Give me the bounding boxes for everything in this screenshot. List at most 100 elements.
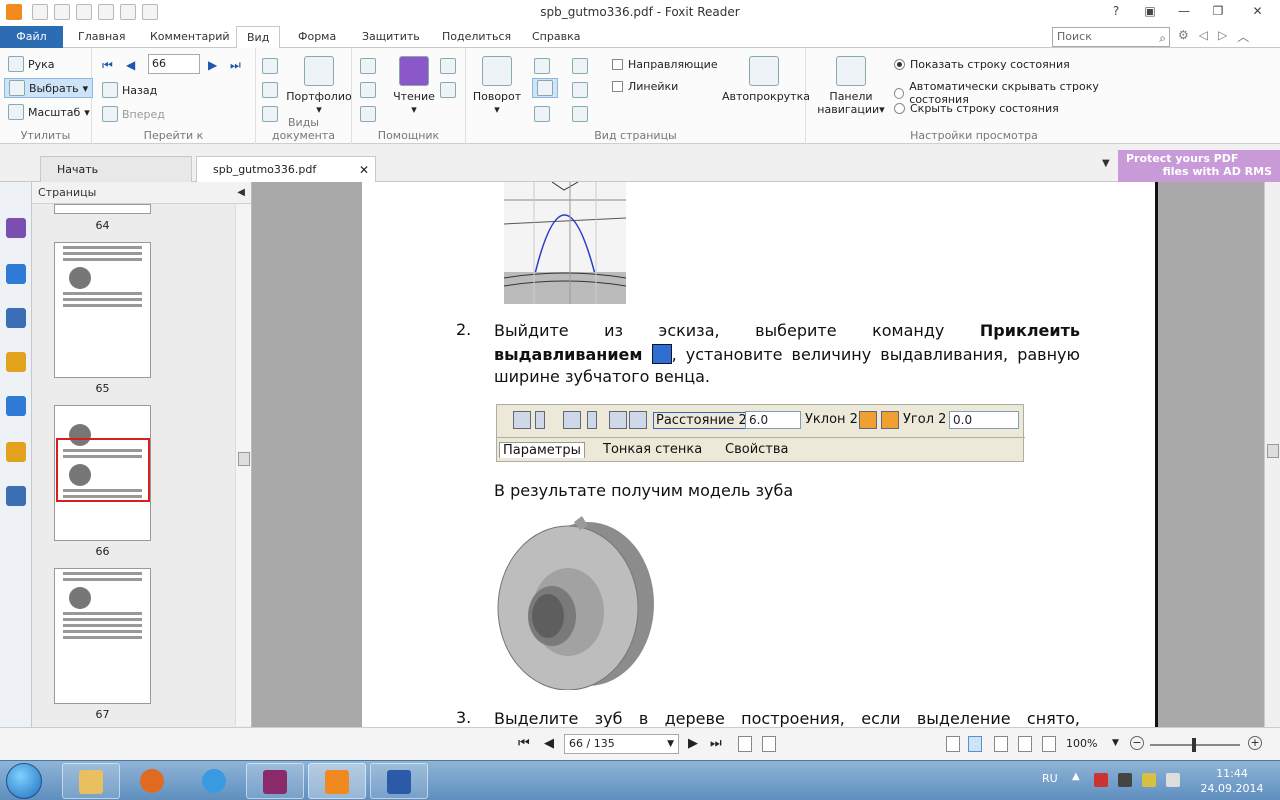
back-button[interactable]: Назад — [102, 80, 157, 100]
close-tab-icon[interactable]: ✕ — [359, 157, 369, 183]
volume-icon[interactable] — [1166, 773, 1180, 787]
scrollbar-thumb[interactable] — [1267, 444, 1279, 458]
close-button[interactable]: ✕ — [1235, 0, 1280, 22]
hand-tool-button[interactable]: Рука — [8, 54, 55, 74]
tray-expand-icon[interactable]: ▲ — [1072, 771, 1080, 782]
read-aloud-button[interactable]: Чтение ▾ — [388, 56, 440, 116]
first-page-icon[interactable]: ⏮ — [518, 736, 530, 751]
last-page-icon[interactable]: ⏭ — [710, 736, 722, 751]
prev-page-icon[interactable]: ◀ — [126, 58, 135, 72]
zoom-dropdown-icon[interactable]: ▼ — [1112, 738, 1119, 748]
portfolio-button[interactable]: Портфолио ▾ — [286, 56, 352, 116]
search-icon[interactable]: ⌕ — [1159, 29, 1166, 47]
signatures-icon[interactable] — [6, 486, 26, 506]
single-view-icon[interactable] — [262, 56, 278, 76]
split-view-icon[interactable] — [534, 104, 550, 124]
continuous-facing-icon[interactable] — [572, 80, 588, 100]
minimize-button[interactable]: — — [1167, 0, 1201, 22]
nav-panels-button[interactable]: Панели навигации▾ — [816, 56, 886, 116]
taskbar-foxit[interactable] — [308, 763, 366, 799]
first-page-icon[interactable]: ⏮ — [102, 58, 113, 73]
page-number-input[interactable]: 66 — [148, 54, 200, 74]
tabs-dropdown-icon[interactable]: ▼ — [1102, 158, 1110, 169]
pages-panel-scrollbar[interactable] — [235, 204, 251, 726]
tray-app-icon[interactable] — [1118, 773, 1132, 787]
thumbnail-page-65[interactable] — [54, 242, 151, 378]
tab-document[interactable]: spb_gutmo336.pdf ✕ — [196, 156, 376, 182]
pages-icon[interactable] — [6, 264, 26, 284]
continuous-facing-view-icon[interactable] — [1018, 736, 1032, 752]
guides-checkbox[interactable]: Направляющие — [612, 58, 718, 71]
continuous-view-icon[interactable] — [968, 736, 982, 752]
cover-page-icon[interactable] — [572, 104, 588, 124]
page-navigation-field[interactable]: 66 / 135 ▼ — [564, 734, 679, 754]
next-view-icon[interactable] — [762, 736, 776, 752]
collapse-panel-icon[interactable]: ◀ — [237, 182, 245, 204]
rulers-checkbox[interactable]: Линейки — [612, 80, 678, 93]
tab-start[interactable]: Начать — [40, 156, 192, 182]
thumbnail-page-64[interactable] — [54, 204, 151, 214]
next-page-icon[interactable]: ▶ — [688, 736, 698, 751]
bookmarks-icon[interactable] — [6, 218, 26, 238]
dual-view-icon[interactable] — [262, 80, 278, 100]
single-page-view-icon[interactable] — [946, 736, 960, 752]
promo-banner[interactable]: Protect yours PDF files with AD RMS — [1118, 150, 1280, 182]
tab-file[interactable]: Файл — [0, 26, 63, 48]
taskbar-firefox[interactable] — [124, 763, 182, 799]
show-statusbar-radio[interactable]: Показать строку состояния — [894, 58, 1070, 71]
tab-help[interactable]: Справка — [522, 26, 590, 48]
scrollbar-thumb[interactable] — [238, 452, 250, 466]
tab-protect[interactable]: Защитить — [352, 26, 430, 48]
ribbon-toggle-icon[interactable]: ▣ — [1133, 0, 1167, 22]
taskbar-ie[interactable] — [186, 763, 244, 799]
tab-view[interactable]: Вид — [236, 26, 281, 49]
facing-view-icon[interactable] — [994, 736, 1008, 752]
thumbnail-page-67[interactable] — [54, 568, 151, 704]
tab-form[interactable]: Форма — [288, 26, 346, 48]
zoom-in-icon[interactable]: + — [1248, 736, 1262, 750]
last-page-icon[interactable]: ⏭ — [230, 58, 241, 73]
search-input[interactable]: Поиск ⌕ — [1052, 27, 1170, 47]
prev-view-icon[interactable] — [738, 736, 752, 752]
taskbar-winrar[interactable] — [246, 763, 304, 799]
layers-icon[interactable] — [6, 308, 26, 328]
maximize-button[interactable]: ❐ — [1201, 0, 1235, 22]
read-next-icon[interactable] — [440, 56, 456, 76]
zoom-out-icon[interactable]: − — [1130, 736, 1144, 750]
forward-button[interactable]: Вперед — [102, 104, 165, 124]
read-prev-icon[interactable] — [440, 80, 456, 100]
select-tool-button[interactable]: Выбрать ▾ — [4, 78, 94, 98]
dropdown-arrow-icon[interactable]: ▼ — [667, 735, 674, 753]
hide-statusbar-radio[interactable]: Скрыть строку состояния — [894, 102, 1059, 115]
start-button[interactable] — [6, 763, 42, 799]
zoom-tool-button[interactable]: Масштаб ▾ — [8, 102, 90, 122]
network-icon[interactable] — [1142, 773, 1156, 787]
magnifier-tool-icon[interactable] — [360, 104, 376, 124]
language-indicator[interactable]: RU — [1042, 772, 1058, 785]
autoscroll-button[interactable]: Автопрокрутка — [722, 56, 810, 103]
tab-share[interactable]: Поделиться — [432, 26, 521, 48]
zoom-slider-knob[interactable] — [1192, 738, 1196, 752]
taskbar-explorer[interactable] — [62, 763, 120, 799]
collapse-ribbon-icon[interactable]: ︿ — [1237, 28, 1249, 45]
zoom-level[interactable]: 100% — [1066, 737, 1097, 750]
attachments-icon[interactable] — [6, 396, 26, 416]
action-center-icon[interactable] — [1094, 773, 1108, 787]
taskbar-word[interactable] — [370, 763, 428, 799]
rotate-button[interactable]: Поворот ▾ — [472, 56, 522, 116]
comments-icon[interactable] — [6, 352, 26, 372]
security-lock-icon[interactable] — [6, 442, 26, 462]
continuous-page-icon[interactable] — [532, 78, 558, 98]
current-view-indicator[interactable] — [56, 438, 150, 502]
document-scrollbar[interactable] — [1264, 182, 1280, 727]
tab-home[interactable]: Главная — [68, 26, 136, 48]
prev-page-icon[interactable]: ◀ — [544, 736, 554, 751]
settings-icon[interactable]: ⚙ — [1178, 28, 1189, 45]
prev-icon[interactable]: ◁ — [1199, 28, 1208, 45]
facing-icon[interactable] — [572, 56, 588, 76]
help-icon[interactable]: ? — [1099, 0, 1133, 22]
loupe-icon[interactable] — [360, 56, 376, 76]
clock[interactable]: 11:44 24.09.2014 — [1192, 766, 1272, 796]
next-icon[interactable]: ▷ — [1218, 28, 1227, 45]
zoom-area-icon[interactable] — [360, 80, 376, 100]
